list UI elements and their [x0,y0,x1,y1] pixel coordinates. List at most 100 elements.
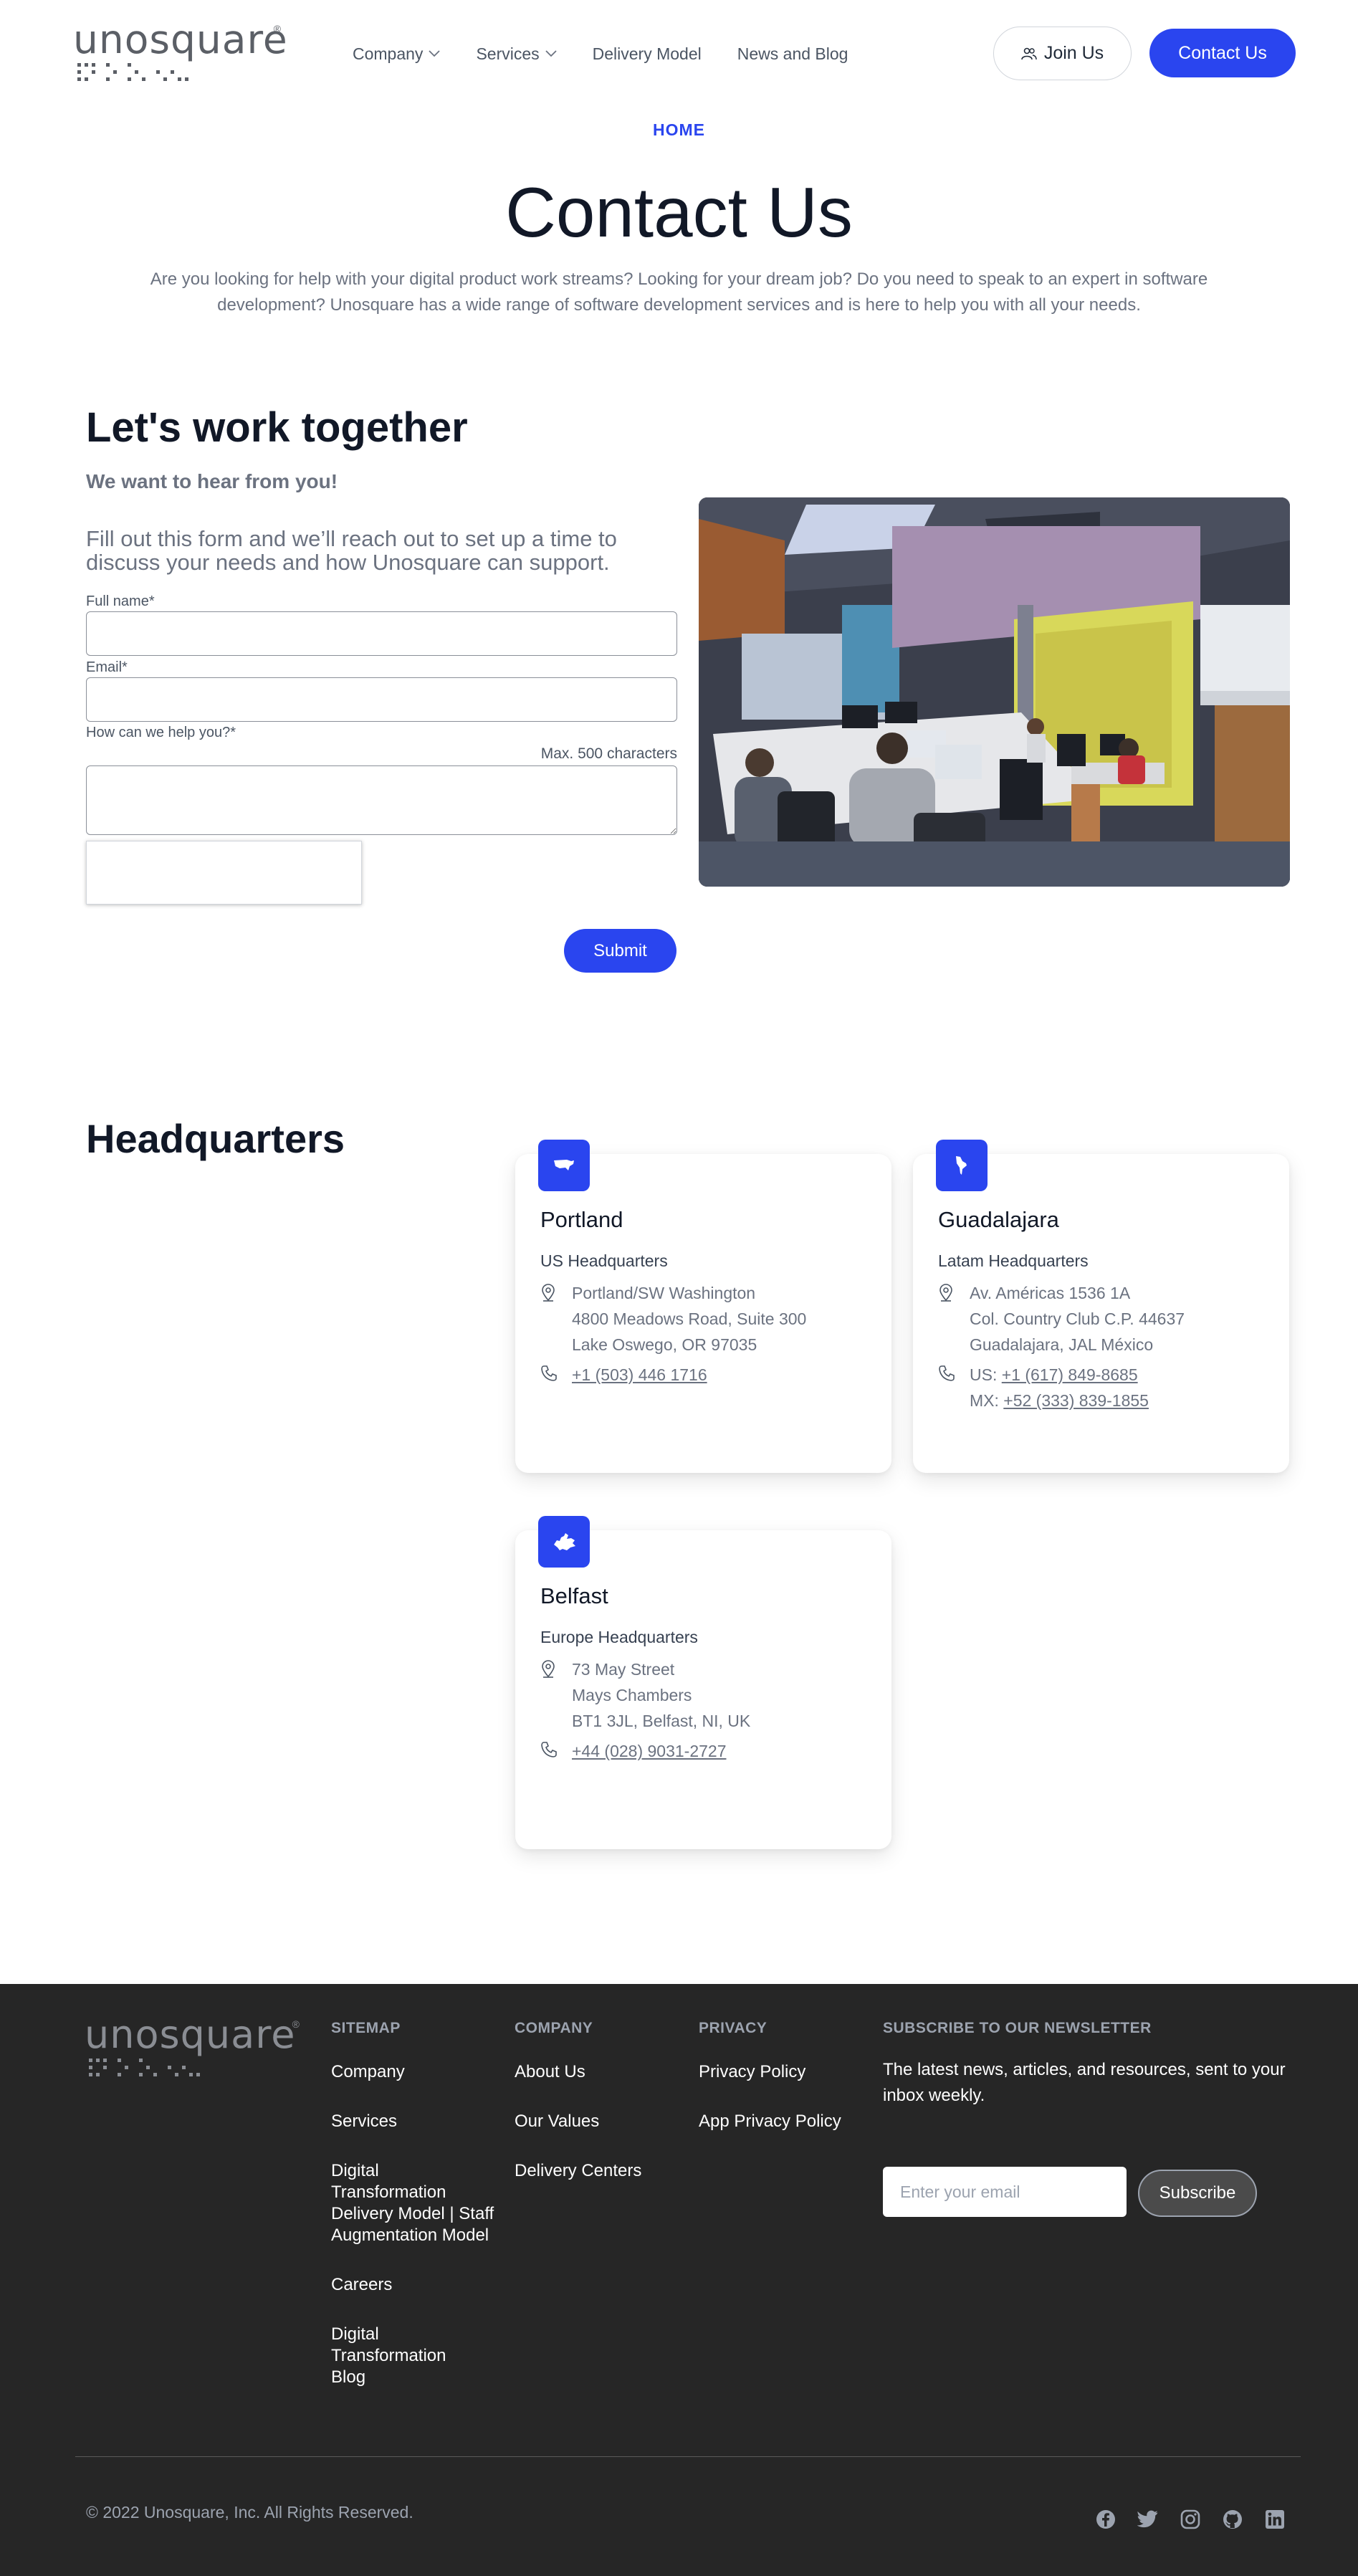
footer-link-about-us[interactable]: About Us [515,2061,679,2083]
address-line: Av. Américas 1536 1A [970,1284,1131,1302]
office-card-guadalajara: Guadalajara Latam Headquarters Av. Améri… [913,1140,1289,1473]
newsletter-email-input[interactable] [883,2167,1127,2217]
office-address: Portland/SW Washington 4800 Meadows Road… [572,1280,806,1358]
office-phone: +44 (028) 9031-2727 [572,1738,726,1764]
nav-services-label: Services [476,44,540,63]
footer-link-delivery-centers[interactable]: Delivery Centers [515,2160,679,2182]
main-nav: Company Services Delivery Model News and… [353,42,884,66]
footer-link-delivery-model[interactable]: Digital Transformation Delivery Model | … [331,2160,496,2246]
help-label: How can we help you?* [86,725,236,740]
form-section-title: Let's work together [86,404,468,451]
footer-heading: SUBSCRIBE TO OUR NEWSLETTER [883,2020,1152,2036]
usa-map-icon [538,1140,590,1191]
address-line: 73 May Street [572,1660,675,1679]
address-line: Col. Country Club C.P. 44637 [970,1310,1185,1328]
footer-link-privacy-policy[interactable]: Privacy Policy [699,2061,871,2083]
footer-link-company[interactable]: Company [331,2061,496,2083]
nav-delivery-model[interactable]: Delivery Model [593,44,702,64]
site-header: unosquare ® Company Services Delivery Mo… [0,0,1358,108]
submit-label: Submit [593,940,647,960]
footer-heading: PRIVACY [699,2020,768,2036]
phone-icon [541,1365,557,1381]
phone-line-mx: MX: +52 (333) 839-1855 [970,1388,1149,1413]
footer-divider [75,2456,1301,2457]
office-city: Portland [540,1207,623,1232]
email-label: Email* [86,659,128,675]
phone-link[interactable]: +52 (333) 839-1855 [1003,1391,1149,1410]
site-footer: unosquare ® SITEMAP Company Services Dig… [0,1984,1358,2576]
github-icon[interactable] [1222,2509,1243,2530]
unosquare-logo[interactable]: unosquare ® [73,20,287,86]
office-phone: US: +1 (617) 849-8685 MX: +52 (333) 839-… [970,1362,1149,1413]
address-line: 4800 Meadows Road, Suite 300 [572,1310,807,1328]
page-title: Contact Us [505,173,853,252]
footer-privacy: PRIVACY Privacy Policy App Privacy Polic… [699,2020,871,2160]
help-max-characters: Max. 500 characters [540,745,677,762]
recaptcha-widget[interactable] [86,841,362,905]
office-city: Belfast [540,1583,608,1608]
footer-link-blog[interactable]: Digital Transformation Blog [331,2324,474,2388]
phone-link[interactable]: +44 (028) 9031-2727 [572,1742,726,1760]
chevron-down-icon [545,50,557,57]
office-card-portland: Portland US Headquarters Portland/SW Was… [515,1140,891,1473]
nav-news-blog[interactable]: News and Blog [737,44,848,64]
twitter-icon[interactable] [1137,2509,1159,2530]
map-pin-icon [542,1660,555,1678]
email-input[interactable] [86,677,677,722]
subscribe-button[interactable]: Subscribe [1138,2170,1257,2217]
office-photo [699,497,1290,887]
full-name-label: Full name* [86,593,155,609]
footer-link-careers[interactable]: Careers [331,2274,496,2296]
breadcrumb-home[interactable]: HOME [0,120,1358,140]
join-us-button[interactable]: Join Us [993,27,1132,80]
phone-link[interactable]: +1 (617) 849-8685 [1002,1365,1138,1384]
nav-services[interactable]: Services [476,44,557,64]
map-pin-icon [939,1284,952,1302]
full-name-input[interactable] [86,611,677,656]
contact-us-label: Contact Us [1178,42,1267,63]
phone-line-us: US: +1 (617) 849-8685 [970,1362,1149,1388]
nav-company-label: Company [353,44,424,63]
users-icon [1021,47,1037,59]
europe-map-icon [538,1516,590,1568]
latam-map-icon [936,1140,988,1191]
address-line: Portland/SW Washington [572,1284,756,1302]
office-phone: +1 (503) 446 1716 [572,1362,707,1388]
office-address: Av. Américas 1536 1A Col. Country Club C… [970,1280,1185,1358]
footer-link-app-privacy-policy[interactable]: App Privacy Policy [699,2111,871,2132]
footer-heading: SITEMAP [331,2020,401,2036]
instagram-icon[interactable] [1180,2509,1201,2530]
chevron-down-icon [429,50,441,57]
address-line: Mays Chambers [572,1686,692,1704]
phone-icon [939,1365,955,1381]
office-type: US Headquarters [540,1251,668,1270]
office-city: Guadalajara [938,1207,1059,1232]
address-line: BT1 3JL, Belfast, NI, UK [572,1712,751,1730]
office-card-belfast: Belfast Europe Headquarters 73 May Stree… [515,1516,891,1849]
footer-link-our-values[interactable]: Our Values [515,2111,679,2132]
contact-us-button[interactable]: Contact Us [1149,29,1296,77]
phone-link[interactable]: +1 (503) 446 1716 [572,1365,707,1384]
linkedin-icon[interactable] [1264,2509,1286,2530]
nav-company[interactable]: Company [353,44,441,64]
office-type: Europe Headquarters [540,1628,698,1646]
nav-news-blog-label: News and Blog [737,44,848,63]
footer-logo[interactable]: unosquare ® [85,2016,300,2081]
registered-mark-icon: ® [273,23,281,34]
footer-link-services[interactable]: Services [331,2111,496,2132]
social-links [1095,2509,1306,2530]
help-textarea[interactable] [86,765,677,835]
footer-heading: COMPANY [515,2020,593,2036]
submit-button[interactable]: Submit [564,929,676,973]
form-intro: Fill out this form and we’ll reach out t… [86,526,617,575]
phone-prefix: US: [970,1365,1002,1384]
phone-icon [541,1742,557,1757]
copyright: © 2022 Unosquare, Inc. All Rights Reserv… [86,2503,413,2522]
newsletter-description: The latest news, articles, and resources… [883,2060,1286,2105]
footer-sitemap: SITEMAP Company Services Digital Transfo… [331,2020,496,2416]
office-type: Latam Headquarters [938,1251,1089,1270]
facebook-icon[interactable] [1095,2509,1116,2530]
map-pin-icon [542,1284,555,1302]
nav-delivery-model-label: Delivery Model [592,44,702,63]
logo-wordmark: unosquare [73,16,288,62]
